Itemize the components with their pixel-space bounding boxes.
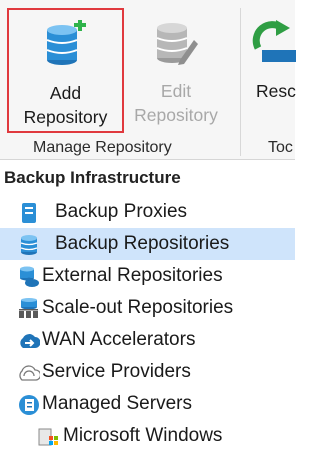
tree-item-microsoft-windows[interactable]: Microsoft Windows (0, 420, 295, 452)
add-database-icon (46, 20, 86, 65)
tree-item-external-repositories[interactable]: External Repositories (0, 260, 295, 292)
add-repository-label-line2: Repository (23, 107, 108, 127)
windows-icon (38, 428, 58, 446)
navigation-tree: Backup Proxies Backup Repositories Exter… (0, 196, 295, 452)
database-icon (20, 235, 38, 255)
ribbon: Add Repository Edit Repository Resc Mana… (0, 0, 296, 160)
ribbon-group-manage-repository: Manage Repository (33, 139, 172, 156)
managed-servers-icon (19, 395, 39, 415)
edit-repository-label-line1: Edit (160, 81, 192, 101)
backup-proxy-icon (22, 203, 36, 223)
app-window: Add Repository Edit Repository Resc Mana… (0, 0, 296, 475)
tree-item-label: Backup Repositories (55, 233, 230, 254)
tree-item-backup-proxies[interactable]: Backup Proxies (0, 196, 295, 228)
tree-item-label: Service Providers (42, 361, 191, 382)
rescan-button[interactable]: Resc (240, 8, 310, 133)
tree-item-label: Managed Servers (42, 393, 192, 414)
tree-item-label: Microsoft Windows (63, 425, 223, 446)
tree-item-backup-repositories[interactable]: Backup Repositories (0, 228, 295, 260)
tree-item-scale-out-repositories[interactable]: Scale-out Repositories (0, 292, 295, 324)
rescan-label: Resc (256, 81, 296, 101)
add-repository-button[interactable]: Add Repository (7, 8, 124, 133)
tree-item-label: External Repositories (42, 265, 223, 286)
ribbon-group-tools: Toc (268, 139, 293, 156)
edit-database-icon (156, 23, 198, 65)
tree-item-managed-servers[interactable]: Managed Servers (0, 388, 295, 420)
rescan-icon (252, 20, 296, 62)
wan-accelerator-icon (20, 334, 40, 348)
edit-repository-label-line2: Repository (134, 105, 218, 125)
scale-out-icon (19, 298, 38, 318)
tree-item-service-providers[interactable]: Service Providers (0, 356, 295, 388)
cloud-database-icon (20, 266, 39, 287)
tree-item-label: WAN Accelerators (42, 329, 196, 350)
tree-item-label: Backup Proxies (55, 201, 188, 222)
tree-item-wan-accelerators[interactable]: WAN Accelerators (0, 324, 295, 356)
section-title: Backup Infrastructure (4, 168, 181, 187)
tree-item-label: Scale-out Repositories (42, 297, 234, 318)
add-repository-label-line1: Add (49, 83, 82, 103)
service-provider-icon (19, 365, 40, 381)
edit-repository-button[interactable]: Edit Repository (121, 8, 231, 133)
